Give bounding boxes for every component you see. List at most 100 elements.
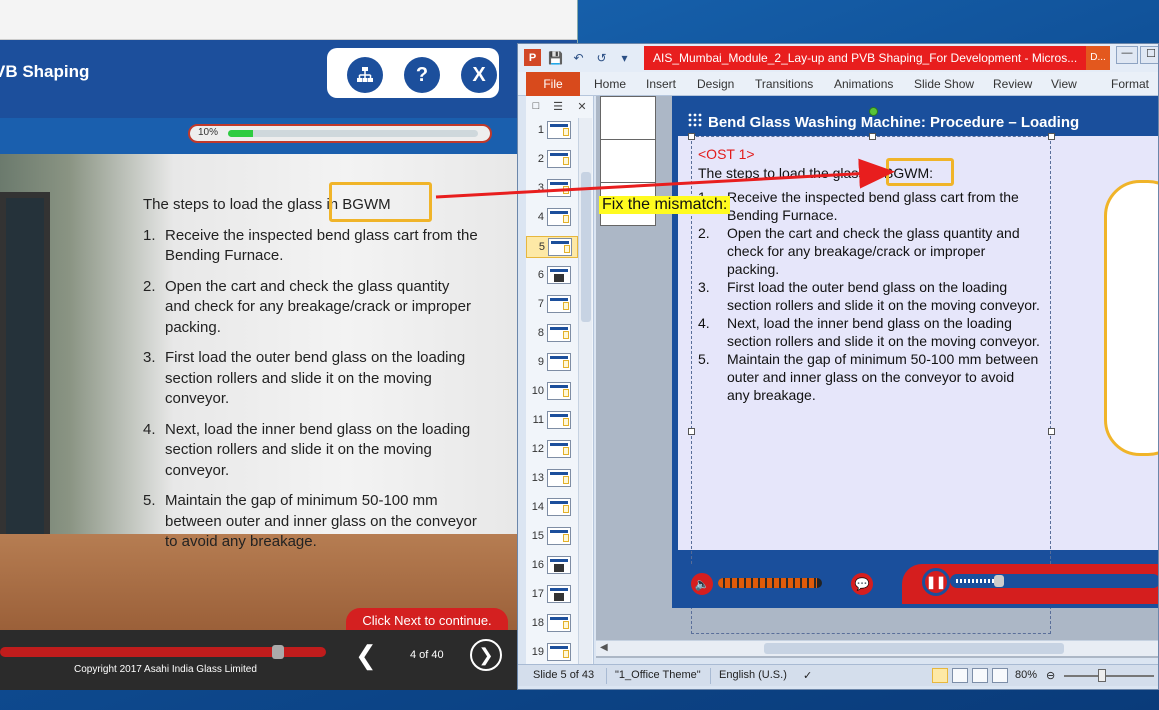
save-icon[interactable]: 💾	[547, 49, 564, 66]
qat-dropdown-icon[interactable]: ▾	[616, 49, 633, 66]
resize-handle[interactable]	[1048, 428, 1055, 435]
drawing-tools-tab[interactable]: D...	[1086, 46, 1110, 70]
slide-thumbnail[interactable]: 14	[526, 497, 578, 519]
slide-title[interactable]: Bend Glass Washing Machine: Procedure – …	[708, 114, 1079, 131]
rotation-handle[interactable]	[869, 107, 878, 116]
slide-thumbnail-image	[547, 179, 571, 197]
slide-thumbnail[interactable]: 10	[526, 381, 578, 403]
seek-bar[interactable]	[0, 645, 326, 659]
slide-thumbnail-number: 6	[537, 269, 544, 281]
undo-icon[interactable]: ↶	[570, 49, 587, 66]
scroll-thumb[interactable]	[581, 172, 591, 322]
slide-thumbnail[interactable]: 12	[526, 439, 578, 461]
slide-thumbnail[interactable]: 16	[526, 555, 578, 577]
slide-progress-bar[interactable]	[950, 574, 1158, 588]
list-item: 4. Next, load the inner bend glass on the…	[143, 420, 471, 479]
prev-button[interactable]: ❮	[355, 640, 377, 671]
horizontal-scrollbar[interactable]: ◀	[596, 640, 1158, 656]
resize-handle[interactable]	[688, 133, 695, 140]
resize-handle[interactable]	[688, 428, 695, 435]
powerpoint-logo-icon[interactable]: P	[524, 49, 541, 66]
progress-track	[228, 130, 478, 137]
minimize-icon[interactable]: —	[1116, 46, 1138, 64]
tab-file[interactable]: File	[526, 72, 580, 96]
tab-view[interactable]: View	[1051, 77, 1077, 91]
tab-design[interactable]: Design	[697, 77, 734, 91]
slide-thumbnail-number: 17	[531, 588, 544, 600]
outline-view-icon[interactable]: ☰	[550, 100, 566, 114]
slide-thumbnail-image	[547, 208, 571, 226]
progress-label: 10%	[198, 127, 219, 138]
tab-format[interactable]: Format	[1111, 77, 1149, 91]
slide-thumbnail[interactable]: 1	[526, 120, 578, 142]
sitemap-icon[interactable]	[347, 57, 383, 93]
help-button[interactable]: ?	[404, 57, 440, 93]
resize-handle[interactable]	[869, 133, 876, 140]
speaker-icon[interactable]: 🔈	[688, 570, 716, 598]
slide-thumbnail-number: 3	[537, 182, 544, 194]
slide-sorter-icon[interactable]	[952, 668, 968, 683]
scroll-left-icon[interactable]: ◀	[600, 642, 608, 653]
volume-bar[interactable]	[718, 578, 822, 588]
zoom-slider[interactable]	[1064, 675, 1154, 677]
tab-home[interactable]: Home	[594, 77, 626, 91]
pause-icon[interactable]: ❚❚	[922, 568, 950, 596]
slide-thumbnail[interactable]: 9	[526, 352, 578, 374]
spellcheck-icon[interactable]: ✓	[803, 669, 812, 682]
tab-review[interactable]: Review	[993, 77, 1032, 91]
slide-thumbnail[interactable]: 8	[526, 323, 578, 345]
document-title: AIS_Mumbai_Module_2_Lay-up and PVB Shapi…	[644, 46, 1086, 70]
slide-thumbnail[interactable]: 6	[526, 265, 578, 287]
normal-view-icon[interactable]	[932, 668, 948, 683]
tab-slide-show[interactable]: Slide Show	[914, 77, 974, 91]
redo-icon[interactable]: ↺	[593, 49, 610, 66]
slide-thumbnail-image	[547, 295, 571, 313]
rounded-panel-shape[interactable]	[1104, 180, 1158, 456]
slide-thumbnail-image	[547, 382, 571, 400]
slide-thumbnail[interactable]: 18	[526, 613, 578, 635]
slides-view-icon[interactable]: □	[528, 100, 544, 114]
seek-knob[interactable]	[272, 645, 284, 659]
next-button[interactable]: ❯	[470, 639, 502, 671]
slide-thumbnail-image	[547, 556, 571, 574]
player-top-strip	[0, 0, 577, 40]
tab-transitions[interactable]: Transitions	[755, 77, 813, 91]
slide-thumbnail[interactable]: 15	[526, 526, 578, 548]
close-button[interactable]: X	[461, 57, 497, 93]
slide-thumbnail[interactable]: 19	[526, 642, 578, 664]
close-panel-icon[interactable]: ✕	[574, 100, 590, 114]
player-header: VB Shaping ? X	[0, 40, 577, 118]
slide-thumbnail[interactable]: 2	[526, 149, 578, 171]
slide-thumbnail-number: 11	[532, 414, 544, 426]
slide-thumbnail-number: 10	[531, 385, 544, 397]
slide-thumbnail[interactable]: 4	[526, 207, 578, 229]
zoom-level[interactable]: 80%	[1015, 669, 1037, 681]
slide-thumbnail-number: 1	[537, 124, 544, 136]
maximize-icon[interactable]: ☐	[1140, 46, 1158, 64]
slide-thumbnail[interactable]: 17	[526, 584, 578, 606]
language-indicator[interactable]: English (U.S.)	[719, 669, 787, 681]
tab-insert[interactable]: Insert	[646, 77, 676, 91]
zoom-slider-knob[interactable]	[1098, 669, 1106, 682]
list-item: 1.Receive the inspected bend glass cart …	[143, 226, 478, 265]
scroll-thumb[interactable]	[764, 643, 1064, 654]
slide-thumbnail[interactable]: 13	[526, 468, 578, 490]
theme-name: "1_Office Theme"	[615, 669, 701, 681]
textbox-selection-frame[interactable]	[691, 136, 1051, 634]
course-progress-bar: 10%	[188, 124, 492, 143]
tab-animations[interactable]: Animations	[834, 77, 893, 91]
slideshow-view-icon[interactable]	[992, 668, 1008, 683]
list-item: 5. Maintain the gap of minimum 50-100 mm …	[143, 492, 477, 550]
slide-thumbnail[interactable]: 11	[526, 410, 578, 432]
thumbnails-scrollbar[interactable]	[578, 118, 592, 666]
slide-thumbnail[interactable]: 7	[526, 294, 578, 316]
zoom-out-icon[interactable]: ⊖	[1046, 669, 1055, 682]
slide-thumbnail[interactable]: 5	[526, 236, 578, 258]
status-bar: Slide 5 of 43 "1_Office Theme" English (…	[518, 664, 1158, 686]
slide-player-bar: 🔈 💬 ❚❚	[672, 564, 1158, 608]
resize-handle[interactable]	[1048, 133, 1055, 140]
chat-icon[interactable]: 💬	[848, 570, 876, 598]
reading-view-icon[interactable]	[972, 668, 988, 683]
slide-thumbnail[interactable]: 3	[526, 178, 578, 200]
highlight-box-slide	[886, 158, 954, 186]
